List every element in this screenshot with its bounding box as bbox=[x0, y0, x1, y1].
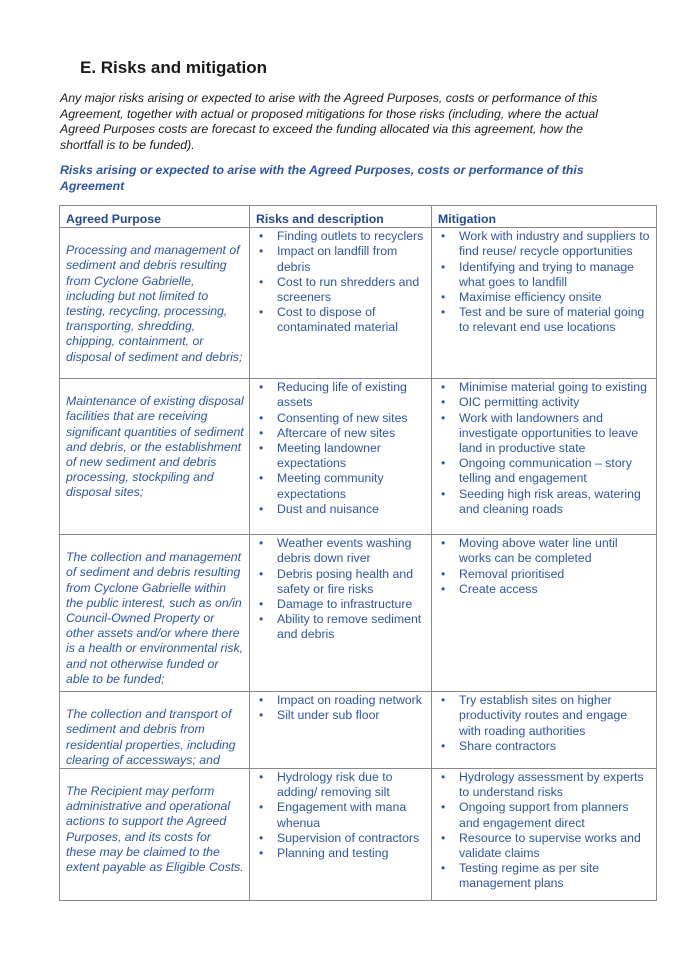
risks-mitigation-table: Agreed Purpose Risks and description Mit… bbox=[59, 204, 657, 902]
risk-item: Cost to run shredders and screeners bbox=[256, 275, 426, 305]
table-row: Processing and management of sediment an… bbox=[59, 227, 657, 380]
agreed-purpose-cell: The Recipient may perform administrative… bbox=[59, 768, 250, 902]
agreed-purpose-cell: Processing and management of sediment an… bbox=[59, 227, 250, 380]
risks-list: Impact on roading networkSilt under sub … bbox=[256, 693, 426, 724]
risk-item: Damage to infrastructure bbox=[256, 597, 426, 612]
risk-item: Silt under sub floor bbox=[256, 708, 426, 723]
table-row: The Recipient may perform administrative… bbox=[59, 768, 657, 902]
mitigation-item: Hydrology assessment by experts to under… bbox=[438, 770, 651, 800]
mitigation-cell: Work with industry and suppliers to find… bbox=[431, 227, 657, 380]
mitigation-item: Resource to supervise works and validate… bbox=[438, 831, 651, 861]
mitigation-list: Moving above water line until works can … bbox=[438, 536, 651, 597]
risk-item: Consenting of new sites bbox=[256, 411, 426, 426]
risk-item: Meeting landowner expectations bbox=[256, 441, 426, 471]
header-mitigation: Mitigation bbox=[431, 204, 657, 229]
risks-list: Finding outlets to recyclersImpact on la… bbox=[256, 229, 426, 335]
table-row: The collection and management of sedimen… bbox=[59, 534, 657, 693]
mitigation-cell: Try establish sites on higher productivi… bbox=[431, 691, 657, 770]
risk-item: Planning and testing bbox=[256, 846, 426, 861]
mitigation-item: OIC permitting activity bbox=[438, 395, 651, 410]
mitigation-item: Seeding high risk areas, watering and cl… bbox=[438, 487, 651, 517]
risk-item: Impact on landfill from debris bbox=[256, 244, 426, 274]
mitigation-item: Moving above water line until works can … bbox=[438, 536, 651, 566]
risk-item: Reducing life of existing assets bbox=[256, 380, 426, 410]
section-heading: E. Risks and mitigation bbox=[80, 58, 268, 77]
mitigation-cell: Moving above water line until works can … bbox=[431, 534, 657, 693]
risk-item: Finding outlets to recyclers bbox=[256, 229, 426, 244]
risks-cell: Finding outlets to recyclersImpact on la… bbox=[249, 227, 432, 380]
risk-item: Aftercare of new sites bbox=[256, 426, 426, 441]
risks-list: Weather events washing debris down river… bbox=[256, 536, 426, 642]
mitigation-list: Hydrology assessment by experts to under… bbox=[438, 770, 651, 892]
mitigation-item: Minimise material going to existing bbox=[438, 380, 651, 395]
mitigation-cell: Hydrology assessment by experts to under… bbox=[431, 768, 657, 902]
agreed-purpose-cell: Maintenance of existing disposal facilit… bbox=[59, 378, 250, 536]
table-header-row: Agreed Purpose Risks and description Mit… bbox=[59, 204, 657, 229]
mitigation-item: Try establish sites on higher productivi… bbox=[438, 693, 651, 739]
risk-item: Supervision of contractors bbox=[256, 831, 426, 846]
mitigation-list: Try establish sites on higher productivi… bbox=[438, 693, 651, 754]
risk-item: Engagement with mana whenua bbox=[256, 800, 426, 830]
agreed-purpose-cell: The collection and management of sedimen… bbox=[59, 534, 250, 693]
risk-item: Cost to dispose of contaminated material bbox=[256, 305, 426, 335]
mitigation-list: Work with industry and suppliers to find… bbox=[438, 229, 651, 335]
risk-item: Ability to remove sediment and debris bbox=[256, 612, 426, 642]
mitigation-item: Removal prioritised bbox=[438, 567, 651, 582]
risk-item: Dust and nuisance bbox=[256, 502, 426, 517]
mitigation-list: Minimise material going to existingOIC p… bbox=[438, 380, 651, 517]
mitigation-item: Share contractors bbox=[438, 739, 651, 754]
mitigation-item: Ongoing support from planners and engage… bbox=[438, 800, 651, 830]
header-agreed-purpose: Agreed Purpose bbox=[59, 204, 250, 229]
risks-cell: Impact on roading networkSilt under sub … bbox=[249, 691, 432, 770]
mitigation-item: Create access bbox=[438, 582, 651, 597]
risks-cell: Reducing life of existing assetsConsenti… bbox=[249, 378, 432, 536]
mitigation-item: Maximise efficiency onsite bbox=[438, 290, 651, 305]
mitigation-item: Identifying and trying to manage what go… bbox=[438, 260, 651, 290]
risks-list: Reducing life of existing assetsConsenti… bbox=[256, 380, 426, 517]
risk-item: Debris posing health and safety or fire … bbox=[256, 567, 426, 597]
risk-item: Weather events washing debris down river bbox=[256, 536, 426, 566]
table-caption: Risks arising or expected to arise with … bbox=[60, 163, 584, 193]
risk-item: Hydrology risk due to adding/ removing s… bbox=[256, 770, 426, 800]
mitigation-cell: Minimise material going to existingOIC p… bbox=[431, 378, 657, 536]
table-row: The collection and transport of sediment… bbox=[59, 691, 657, 770]
header-risks: Risks and description bbox=[249, 204, 432, 229]
risk-item: Impact on roading network bbox=[256, 693, 426, 708]
risk-item: Meeting community expectations bbox=[256, 471, 426, 501]
mitigation-item: Work with landowners and investigate opp… bbox=[438, 411, 651, 457]
risks-cell: Hydrology risk due to adding/ removing s… bbox=[249, 768, 432, 902]
mitigation-item: Work with industry and suppliers to find… bbox=[438, 229, 651, 259]
risks-list: Hydrology risk due to adding/ removing s… bbox=[256, 770, 426, 861]
risks-cell: Weather events washing debris down river… bbox=[249, 534, 432, 693]
table-row: Maintenance of existing disposal facilit… bbox=[59, 378, 657, 536]
section-intro: Any major risks arising or expected to a… bbox=[60, 91, 598, 152]
agreed-purpose-cell: The collection and transport of sediment… bbox=[59, 691, 250, 770]
mitigation-item: Ongoing communication – story telling an… bbox=[438, 456, 651, 486]
mitigation-item: Test and be sure of material going to re… bbox=[438, 305, 651, 335]
mitigation-item: Testing regime as per site management pl… bbox=[438, 861, 651, 891]
document-page: E. Risks and mitigation Any major risks … bbox=[0, 0, 675, 962]
